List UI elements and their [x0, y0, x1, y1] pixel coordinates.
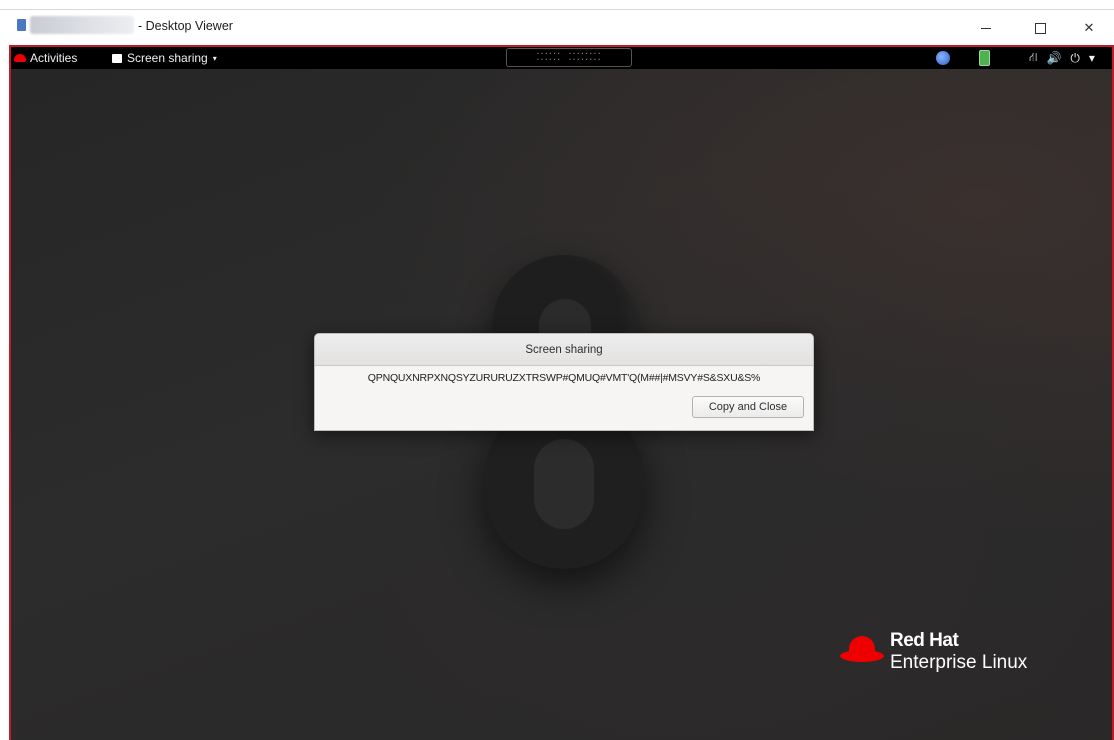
network-icon: ⛙ — [1029, 50, 1038, 64]
maximize-button[interactable] — [1017, 15, 1063, 41]
app-icon — [17, 19, 26, 31]
guest-screen[interactable]: Activities Screen sharing ▾ ⁚⁚⁚⁚⁚⁚ ⁚⁚⁚⁚⁚… — [9, 45, 1114, 740]
screen-sharing-menu[interactable]: Screen sharing ▾ — [112, 51, 217, 65]
sharing-code: QPNQUXNRPXNQSYZURURUZXTRSWP#QMUQ#VMT'Q(M… — [367, 372, 761, 384]
dialog-title: Screen sharing — [315, 334, 813, 366]
activities-button[interactable]: Activities — [14, 51, 77, 65]
activities-label: Activities — [30, 51, 78, 65]
power-icon: ⏻ — [1070, 50, 1080, 65]
title-bar[interactable]: - Desktop Viewer ✕ — [0, 9, 1114, 46]
minimize-button[interactable] — [963, 15, 1009, 41]
screen-sharing-dialog: Screen sharing QPNQUXNRPXNQSYZURURUZXTRS… — [314, 333, 814, 431]
maximize-icon — [1034, 22, 1046, 34]
minimize-icon — [981, 27, 991, 29]
system-menu[interactable]: ⛙ 🔊 ⏻ ▾ — [1029, 50, 1095, 66]
copy-and-close-button[interactable]: Copy and Close — [692, 396, 804, 418]
close-icon: ✕ — [1083, 20, 1095, 36]
battery-icon — [979, 50, 990, 66]
app-indicator-icon — [936, 51, 950, 65]
tray-battery-indicator[interactable] — [979, 50, 990, 66]
screen-sharing-label: Screen sharing — [127, 51, 208, 65]
gnome-top-bar: Activities Screen sharing ▾ ⁚⁚⁚⁚⁚⁚ ⁚⁚⁚⁚⁚… — [11, 47, 1112, 69]
chevron-down-icon: ▾ — [1088, 51, 1095, 65]
wallpaper-eight-bottom-hole — [534, 439, 594, 529]
redhat-wordmark: Red Hat Enterprise Linux — [890, 630, 1027, 674]
desktop-background: Red Hat Enterprise Linux Screen sharing … — [11, 69, 1112, 740]
redhat-product: Enterprise Linux — [890, 652, 1028, 673]
redhat-hat-icon — [840, 634, 884, 670]
tray-app-indicator[interactable] — [936, 50, 950, 66]
desktop-viewer-window: - Desktop Viewer ✕ Activities Screen sha… — [0, 0, 1114, 740]
screen-sharing-icon — [112, 53, 122, 63]
close-button[interactable]: ✕ — [1066, 15, 1112, 41]
redhat-name: Red Hat — [890, 630, 959, 651]
redhat-logo: Red Hat Enterprise Linux — [840, 630, 1027, 674]
clock[interactable]: ⁚⁚⁚⁚⁚⁚ ⁚⁚⁚⁚⁚⁚⁚⁚ — [506, 48, 632, 67]
chevron-down-icon: ▾ — [212, 53, 217, 63]
blurred-vm-name — [30, 16, 134, 34]
redhat-hat-crown — [849, 636, 875, 656]
volume-icon: 🔊 — [1046, 51, 1062, 65]
redhat-mini-icon — [14, 54, 26, 62]
window-title: - Desktop Viewer — [138, 19, 233, 33]
